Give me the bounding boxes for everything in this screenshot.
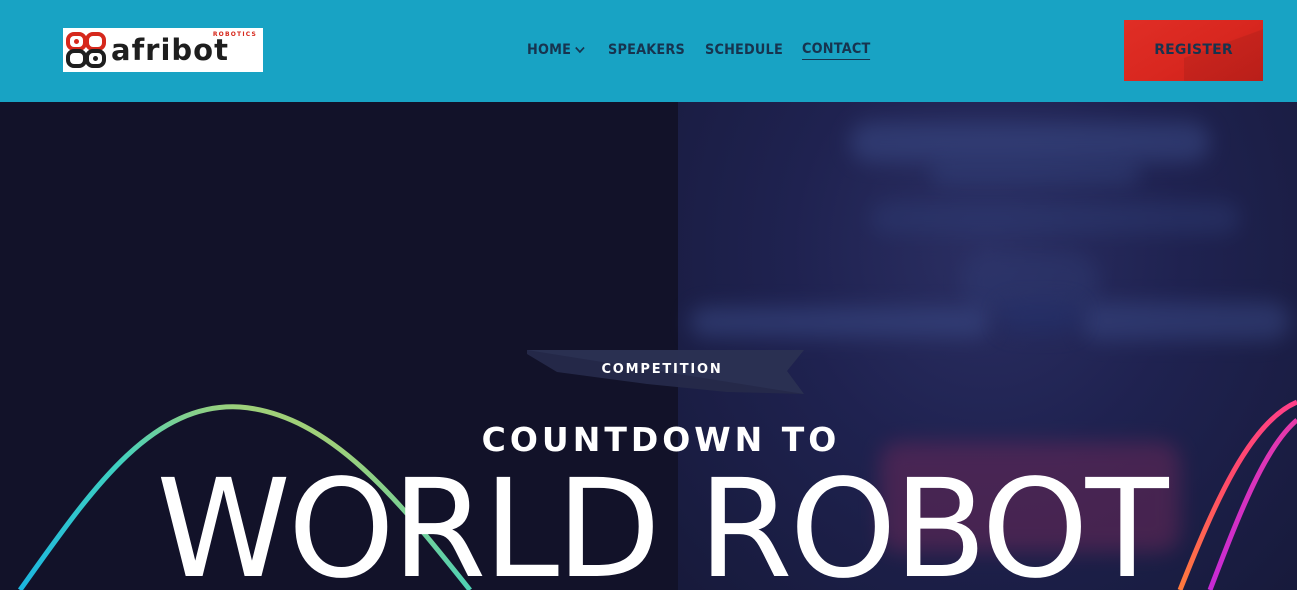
nav-item-label: CONTACT (802, 41, 871, 57)
competition-badge-label: COMPETITION (601, 362, 723, 377)
site-header: afribot ROBOTICS HOME SPEAKERS SCHEDULE … (0, 0, 1297, 102)
nav-item-label: SPEAKERS (608, 42, 685, 58)
logo-wordmark: afribot (111, 33, 229, 67)
nav-item-home[interactable]: HOME (527, 39, 585, 61)
hero-title: WORLD ROBOT (156, 451, 1168, 590)
logo-subtext: ROBOTICS (212, 31, 257, 38)
afribot-logo[interactable]: afribot ROBOTICS (63, 28, 263, 72)
register-button-label: REGISTER (1154, 42, 1233, 58)
hero-section: COMPETITION COUNTDOWN TO WORLD ROBOT (0, 102, 1297, 590)
nav-item-label: HOME (527, 42, 572, 58)
nav-item-label: SCHEDULE (705, 42, 783, 58)
logo-mark-icon (66, 32, 106, 68)
nav-item-contact[interactable]: CONTACT (802, 39, 871, 60)
nav-item-speakers[interactable]: SPEAKERS (608, 39, 685, 61)
chevron-down-icon (575, 46, 585, 54)
register-button[interactable]: REGISTER (1124, 20, 1263, 81)
nav-item-schedule[interactable]: SCHEDULE (705, 39, 783, 61)
